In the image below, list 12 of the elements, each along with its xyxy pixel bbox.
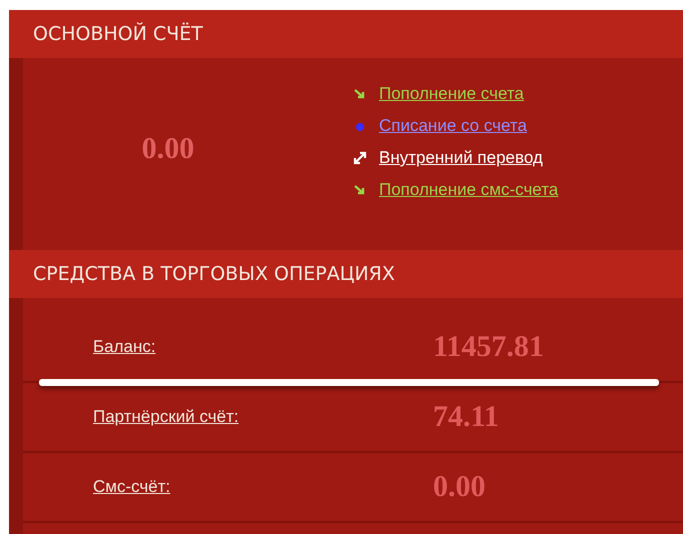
account-link[interactable]: Партнёрский счёт:	[93, 407, 433, 427]
section-title: ОСНОВНОЙ СЧЁТ	[33, 23, 203, 45]
action-link[interactable]: Пополнение счета	[379, 84, 524, 104]
action-link[interactable]: Внутренний перевод	[379, 148, 543, 168]
account-balance: 0.00	[140, 131, 196, 167]
amount-value: 11457.81	[433, 330, 544, 364]
amount-value: 0.00	[433, 470, 486, 504]
account-link[interactable]: Смс-счёт:	[93, 477, 433, 497]
account-link[interactable]: Баланс:	[93, 337, 433, 357]
section-title: СРЕДСТВА В ТОРГОВЫХ ОПЕРАЦИЯХ	[33, 263, 395, 285]
amount-value: 74.11	[433, 400, 499, 434]
action-link[interactable]: Пополнение смс-счета	[379, 180, 558, 200]
